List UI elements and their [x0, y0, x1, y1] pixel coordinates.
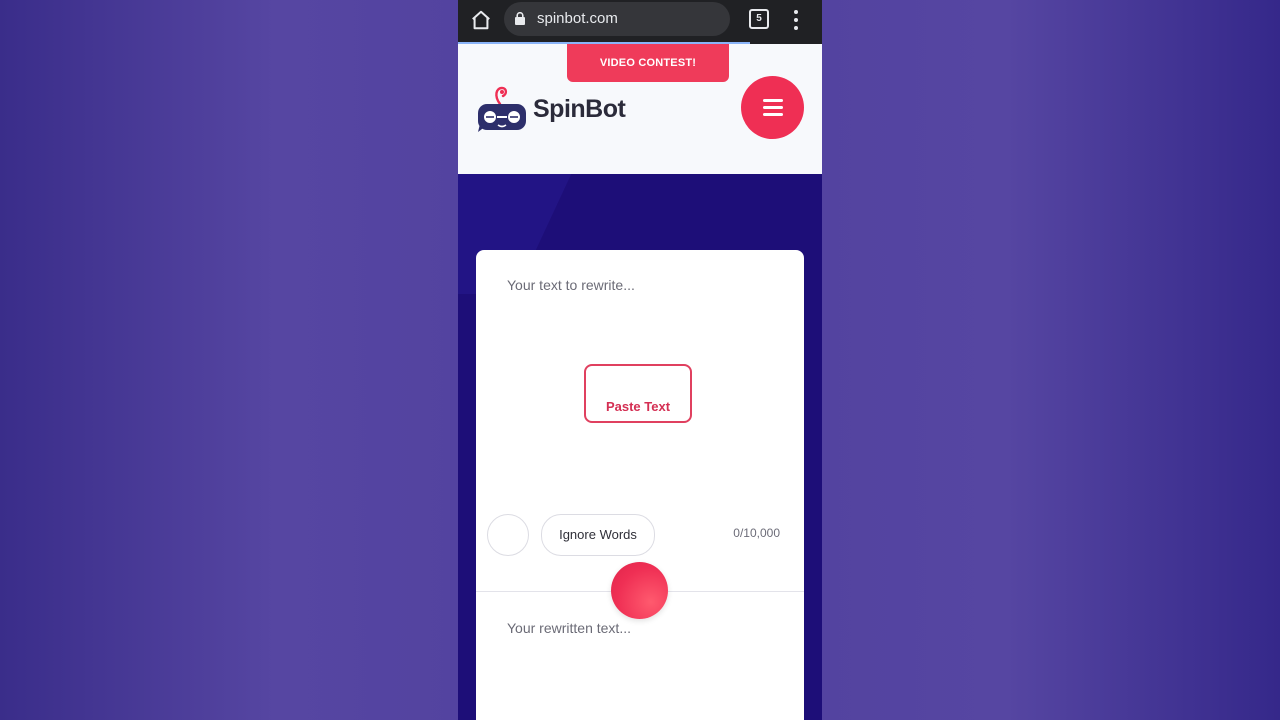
background-left	[0, 0, 460, 720]
menu-icon	[763, 99, 783, 102]
background-right	[822, 0, 1280, 720]
more-options-icon[interactable]	[793, 10, 799, 30]
site-header: VIDEO CONTEST! SpinBot	[458, 44, 822, 174]
home-icon[interactable]	[470, 9, 492, 31]
phone-screen: spinbot.com 5 VIDEO CONTEST! SpinBot You…	[458, 0, 822, 720]
lock-icon	[515, 12, 525, 25]
output-textarea[interactable]: Your rewritten text...	[507, 620, 631, 636]
spinbot-robot-logo-icon[interactable]	[476, 74, 528, 134]
logo-wordmark[interactable]: SpinBot	[533, 95, 626, 124]
character-counter: 0/10,000	[733, 526, 780, 540]
hamburger-menu-button[interactable]	[741, 76, 804, 139]
browser-toolbar: spinbot.com 5	[458, 0, 822, 44]
video-contest-banner[interactable]: VIDEO CONTEST!	[567, 44, 729, 82]
options-toggle-button[interactable]	[487, 514, 529, 556]
rewrite-spin-button[interactable]	[611, 562, 668, 619]
tab-switcher-button[interactable]: 5	[749, 9, 769, 29]
ignore-words-button[interactable]: Ignore Words	[541, 514, 655, 556]
rewriter-card: Your text to rewrite... Paste Text Ignor…	[476, 250, 804, 720]
input-textarea[interactable]: Your text to rewrite...	[507, 277, 635, 293]
url-text: spinbot.com	[537, 10, 618, 27]
address-bar[interactable]: spinbot.com	[504, 2, 730, 36]
paste-text-button[interactable]: Paste Text	[584, 364, 692, 423]
